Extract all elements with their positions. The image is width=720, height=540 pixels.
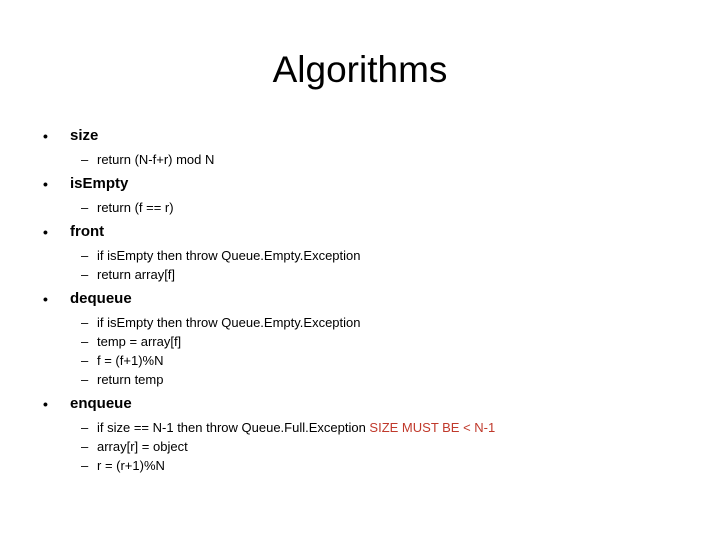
outline-item-enqueue: • enqueue — [36, 392, 700, 416]
sub-outline-text: if isEmpty then throw Queue.Empty.Except… — [97, 315, 361, 330]
bullet-icon: • — [43, 224, 48, 240]
outline-item-label: dequeue — [70, 290, 132, 307]
sub-outline-item: – r = (r+1)%N — [36, 456, 700, 475]
outline-item-size: • size — [36, 124, 700, 148]
sub-outline-list: – return (N-f+r) mod N — [36, 150, 700, 169]
sub-outline-item: – temp = array[f] — [36, 332, 700, 351]
sub-outline-list: – if size == N-1 then throw Queue.Full.Ex… — [36, 418, 700, 475]
annotation-note: SIZE MUST BE < N-1 — [365, 420, 496, 435]
sub-outline-item: – array[r] = object — [36, 437, 700, 456]
bullet-icon: • — [43, 291, 48, 307]
sub-outline-list: – if isEmpty then throw Queue.Empty.Excep… — [36, 246, 700, 284]
sub-outline-text: return array[f] — [97, 267, 176, 282]
sub-outline-item: – f = (f+1)%N — [36, 351, 700, 370]
sub-outline-item: – if isEmpty then throw Queue.Empty.Excep… — [36, 313, 700, 332]
outline-item-front: • front — [36, 220, 700, 244]
sub-outline-text: return (N-f+r) mod N — [97, 152, 215, 167]
slide-body: • size – return (N-f+r) mod N • isEmpty – retur… — [36, 124, 700, 475]
dash-icon: – — [81, 200, 89, 215]
dash-icon: – — [81, 267, 89, 282]
bullet-icon: • — [43, 176, 48, 192]
outline-item-dequeue: • dequeue — [36, 287, 700, 311]
sub-outline-item: – if size == N-1 then throw Queue.Full.Ex… — [36, 418, 700, 437]
sub-outline-list: – if isEmpty then throw Queue.Empty.Excep… — [36, 313, 700, 389]
sub-outline-item: – if isEmpty then throw Queue.Empty.Excep… — [36, 246, 700, 265]
bullet-icon: • — [43, 128, 48, 144]
outline-item-isempty: • isEmpty — [36, 172, 700, 196]
sub-outline-text: if size == N-1 then throw Queue.Full.Exc… — [97, 420, 366, 435]
sub-outline-text: r = (r+1)%N — [97, 458, 165, 473]
sub-outline-item: – return (N-f+r) mod N — [36, 150, 700, 169]
outline-item-label: front — [70, 223, 105, 240]
slide-canvas: Algorithms • size – return (N-f+r) mod N • is… — [0, 0, 720, 540]
dash-icon: – — [81, 315, 89, 330]
sub-outline-text: return (f == r) — [97, 200, 174, 215]
sub-outline-item: – return temp — [36, 370, 700, 389]
sub-outline-text: if isEmpty then throw Queue.Empty.Except… — [97, 248, 361, 263]
sub-outline-text: temp = array[f] — [97, 334, 182, 349]
dash-icon: – — [81, 458, 89, 473]
sub-outline-text: array[r] = object — [97, 439, 188, 454]
dash-icon: – — [81, 420, 89, 435]
outline-item-label: size — [70, 127, 99, 144]
dash-icon: – — [81, 152, 89, 167]
dash-icon: – — [81, 248, 89, 263]
outline-item-label: enqueue — [70, 395, 132, 412]
dash-icon: – — [81, 372, 89, 387]
sub-outline-text: f = (f+1)%N — [97, 353, 164, 368]
sub-outline-item: – return (f == r) — [36, 198, 700, 217]
outline-item-label: isEmpty — [70, 175, 129, 192]
page-title: Algorithms — [272, 49, 448, 90]
dash-icon: – — [81, 353, 89, 368]
dash-icon: – — [81, 439, 89, 454]
sub-outline-text: return temp — [97, 372, 164, 387]
bullet-icon: • — [43, 396, 48, 412]
dash-icon: – — [81, 334, 89, 349]
sub-outline-item: – return array[f] — [36, 265, 700, 284]
sub-outline-list: – return (f == r) — [36, 198, 700, 217]
